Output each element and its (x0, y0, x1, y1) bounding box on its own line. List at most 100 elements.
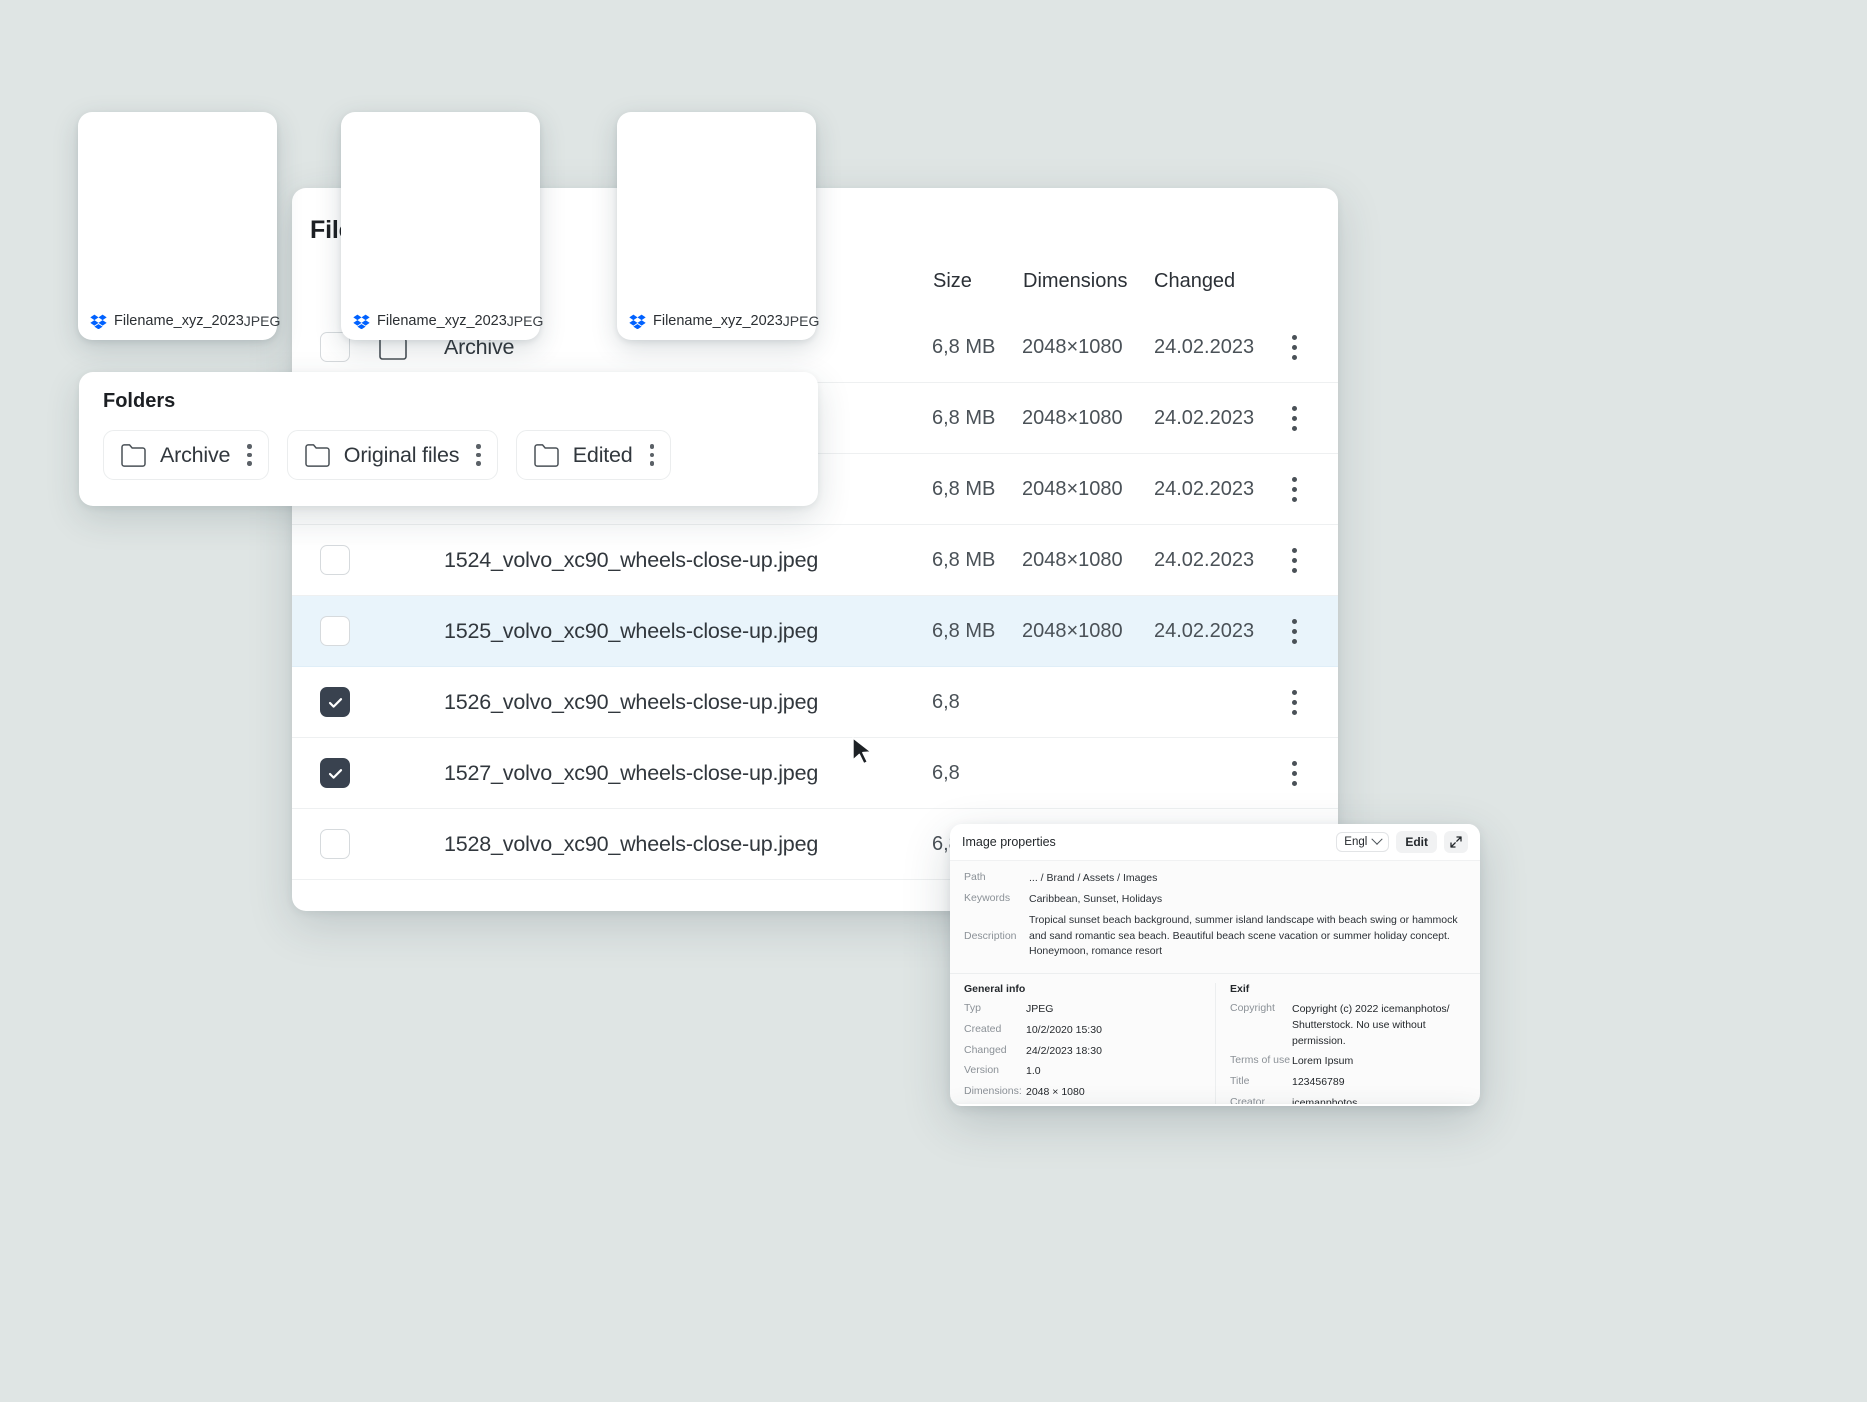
row-dimensions: 2048×1080 (1022, 406, 1123, 429)
row-size: 6,8 MB (932, 619, 996, 642)
thumbnail-card[interactable]: Filename_xyz_2023 JPEG (341, 112, 543, 340)
row-dimensions: 2048×1080 (1022, 548, 1123, 571)
image-properties-meta: Path ... / Brand / Assets / Images Keywo… (950, 861, 1480, 974)
row-file-name[interactable]: 1525_volvo_xc90_wheels-close-up.jpeg (444, 619, 818, 644)
folder-chip-label: Archive (160, 442, 231, 467)
thumbnail-format: JPEG (506, 313, 544, 329)
row-more-options-icon[interactable] (1292, 618, 1298, 644)
kv-label: Typ (964, 1002, 981, 1015)
row-thumbnail (378, 752, 420, 794)
kv-label: Created (964, 1022, 1002, 1035)
image-properties-columns: General info Typ JPEG Created 10/2/2020 15… (950, 973, 1480, 1106)
meta-value: Tropical sunset beach background, summer… (1029, 914, 1458, 957)
kv-value: Lorem Ipsum (1292, 1055, 1354, 1068)
row-more-options-icon[interactable] (1292, 476, 1298, 502)
general-info-row: Version 1.0 (964, 1064, 1215, 1080)
thumbnail-image (86, 120, 269, 304)
row-thumbnail (378, 823, 420, 865)
row-size: 6,8 MB (932, 335, 996, 358)
thumbnail-image (349, 120, 532, 304)
edit-button[interactable]: Edit (1396, 831, 1437, 853)
check-icon (328, 697, 342, 708)
thumbnail-card[interactable]: Filename_xyz_2023 JPEG (78, 112, 280, 340)
folder-chip-original-files[interactable]: Original files (286, 430, 498, 480)
table-row[interactable]: 1524_volvo_xc90_wheels-close-up.jpeg 6,8… (292, 525, 1338, 596)
image-properties-title: Image properties (962, 835, 1056, 849)
row-changed: 24.02.2023 (1154, 619, 1255, 642)
row-checkbox[interactable] (320, 616, 350, 646)
chevron-down-icon (1371, 833, 1383, 845)
meta-label: Keywords (964, 892, 1011, 905)
meta-row-description: Description Tropical sunset beach backgr… (964, 913, 1466, 959)
meta-label: Description (964, 930, 1017, 943)
thumbnail-format: JPEG (243, 313, 281, 329)
row-checkbox-checked[interactable] (320, 687, 350, 717)
kv-label: Title (1230, 1075, 1250, 1088)
column-header-changed[interactable]: Changed (1154, 270, 1235, 293)
exif-row: Title 123456789 (1230, 1075, 1466, 1091)
table-row-selected[interactable]: 1525_volvo_xc90_wheels-close-up.jpeg 6,8… (292, 596, 1338, 667)
row-file-name[interactable]: 1524_volvo_xc90_wheels-close-up.jpeg (444, 548, 818, 573)
row-changed: 24.02.2023 (1154, 335, 1255, 358)
thumbnail-card[interactable]: Filename_xyz_2023 JPEG (617, 112, 819, 340)
row-more-options-icon[interactable] (1292, 334, 1298, 360)
folder-icon (534, 443, 559, 467)
thumbnail-image (625, 120, 808, 304)
row-size: 6,8 MB (932, 477, 996, 500)
image-properties-footer: File name 1525_volvo_xc90_wheels-close-u… (950, 1104, 1480, 1106)
row-thumbnail (378, 681, 420, 723)
expand-button[interactable] (1444, 831, 1468, 853)
column-header-size[interactable]: Size (933, 270, 972, 293)
row-file-name[interactable]: 1526_volvo_xc90_wheels-close-up.jpeg (444, 690, 818, 715)
thumbnail-filename: Filename_xyz_2023 (377, 313, 507, 329)
folder-more-options-icon[interactable] (649, 444, 655, 466)
general-info-row: Typ JPEG (964, 1002, 1215, 1018)
table-row[interactable]: 1527_volvo_xc90_wheels-close-up.jpeg 6,8 (292, 738, 1338, 809)
language-selector[interactable]: Engl (1336, 832, 1390, 852)
meta-label: Path (964, 871, 986, 883)
row-size: 6,8 (932, 690, 960, 713)
kv-label: Version (964, 1064, 1000, 1077)
table-row[interactable]: 1526_volvo_xc90_wheels-close-up.jpeg 6,8 (292, 667, 1338, 738)
general-info-row: Created 10/2/2020 15:30 (964, 1023, 1215, 1039)
row-dimensions: 2048×1080 (1022, 477, 1123, 500)
kv-value: JPEG (1026, 1003, 1054, 1016)
kv-label: Changed (964, 1043, 1007, 1056)
general-info-section: General info Typ JPEG Created 10/2/2020 15… (964, 983, 1215, 1106)
meta-row-path: Path ... / Brand / Assets / Images (964, 871, 1466, 886)
meta-row-keywords: Keywords Caribbean, Sunset, Holidays (964, 892, 1466, 907)
check-icon (328, 768, 342, 779)
row-file-name[interactable]: 1528_volvo_xc90_wheels-close-up.jpeg (444, 832, 818, 857)
folder-chip-label: Original files (343, 442, 460, 467)
folder-more-options-icon[interactable] (476, 444, 481, 466)
section-title-exif: Exif (1230, 983, 1250, 996)
kv-value: Copyright (c) 2022 icemanphotos/ Shutter… (1292, 1003, 1450, 1047)
kv-value: 10/2/2020 15:30 (1026, 1023, 1102, 1036)
folder-chip-archive[interactable]: Archive (103, 430, 269, 480)
row-changed: 24.02.2023 (1154, 406, 1255, 429)
folder-more-options-icon[interactable] (247, 444, 252, 466)
folder-icon (121, 443, 146, 467)
row-more-options-icon[interactable] (1292, 689, 1298, 715)
row-checkbox[interactable] (320, 545, 350, 575)
row-size: 6,8 (932, 761, 960, 784)
kv-value: 123456789 (1292, 1076, 1345, 1089)
row-more-options-icon[interactable] (1292, 405, 1298, 431)
general-info-row: Dimensions: 2048 × 1080 (964, 1085, 1215, 1101)
image-properties-header: Image properties Engl Edit (950, 824, 1480, 861)
folder-chip-edited[interactable]: Edited (515, 430, 672, 480)
row-thumbnail (378, 610, 420, 652)
section-title-general-info: General info (964, 983, 1026, 996)
column-header-dimensions[interactable]: Dimensions (1023, 270, 1127, 293)
row-file-name[interactable]: 1527_volvo_xc90_wheels-close-up.jpeg (444, 761, 818, 786)
row-more-options-icon[interactable] (1292, 547, 1298, 573)
kv-value: 24/2/2023 18:30 (1026, 1044, 1102, 1057)
row-more-options-icon[interactable] (1292, 760, 1298, 786)
folder-chip-list: Archive Original files Edited (103, 430, 794, 480)
row-checkbox[interactable] (320, 829, 350, 859)
row-checkbox-checked[interactable] (320, 758, 350, 788)
kv-value: 1.0 (1026, 1065, 1041, 1078)
dropbox-icon (90, 314, 107, 329)
folders-card: Folders Archive Original files Edited (79, 372, 818, 506)
folder-icon (305, 443, 330, 467)
